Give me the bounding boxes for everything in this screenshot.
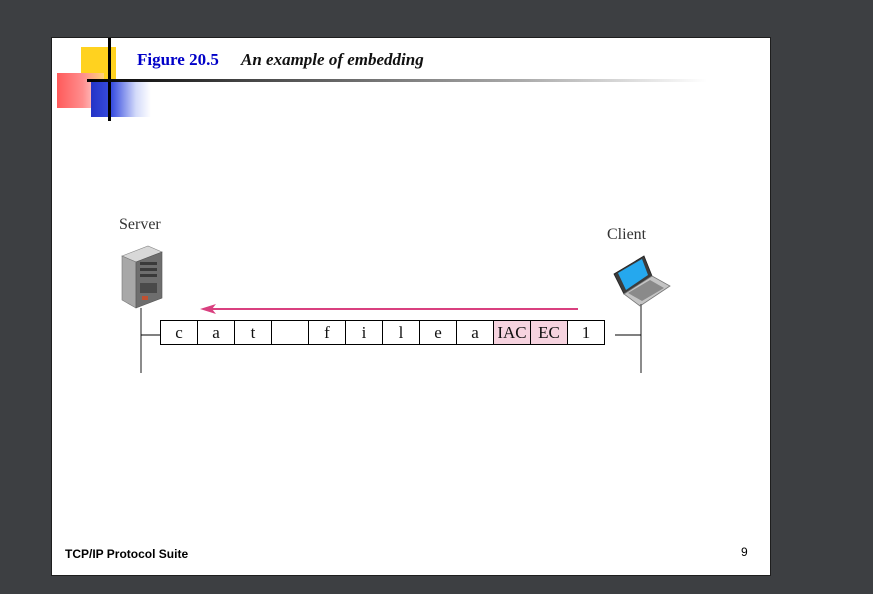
frame-cell [272,320,309,345]
frame-cell: i [346,320,383,345]
slide: Figure 20.5 An example of embedding Serv… [51,37,771,576]
frame-cell: f [309,320,346,345]
footer-text: TCP/IP Protocol Suite [65,547,189,561]
frame-cell-iac: IAC [494,320,531,345]
frame-cell: l [383,320,420,345]
frame-cell-ec: EC [531,320,568,345]
laptop-icon [613,255,671,307]
client-label: Client [607,226,647,243]
arrow-client-to-server [200,304,578,314]
page-number: 9 [741,545,748,559]
data-frame: c a t f i l e a IAC EC 1 [160,320,605,345]
server-icon [121,245,163,309]
frame-cell: c [161,320,198,345]
frame-cell: t [235,320,272,345]
frame-cell: 1 [568,320,605,345]
server-label: Server [119,216,161,233]
frame-cell: a [198,320,235,345]
diagram-graphics [121,245,671,373]
frame-cell: e [420,320,457,345]
frame-cell: a [457,320,494,345]
